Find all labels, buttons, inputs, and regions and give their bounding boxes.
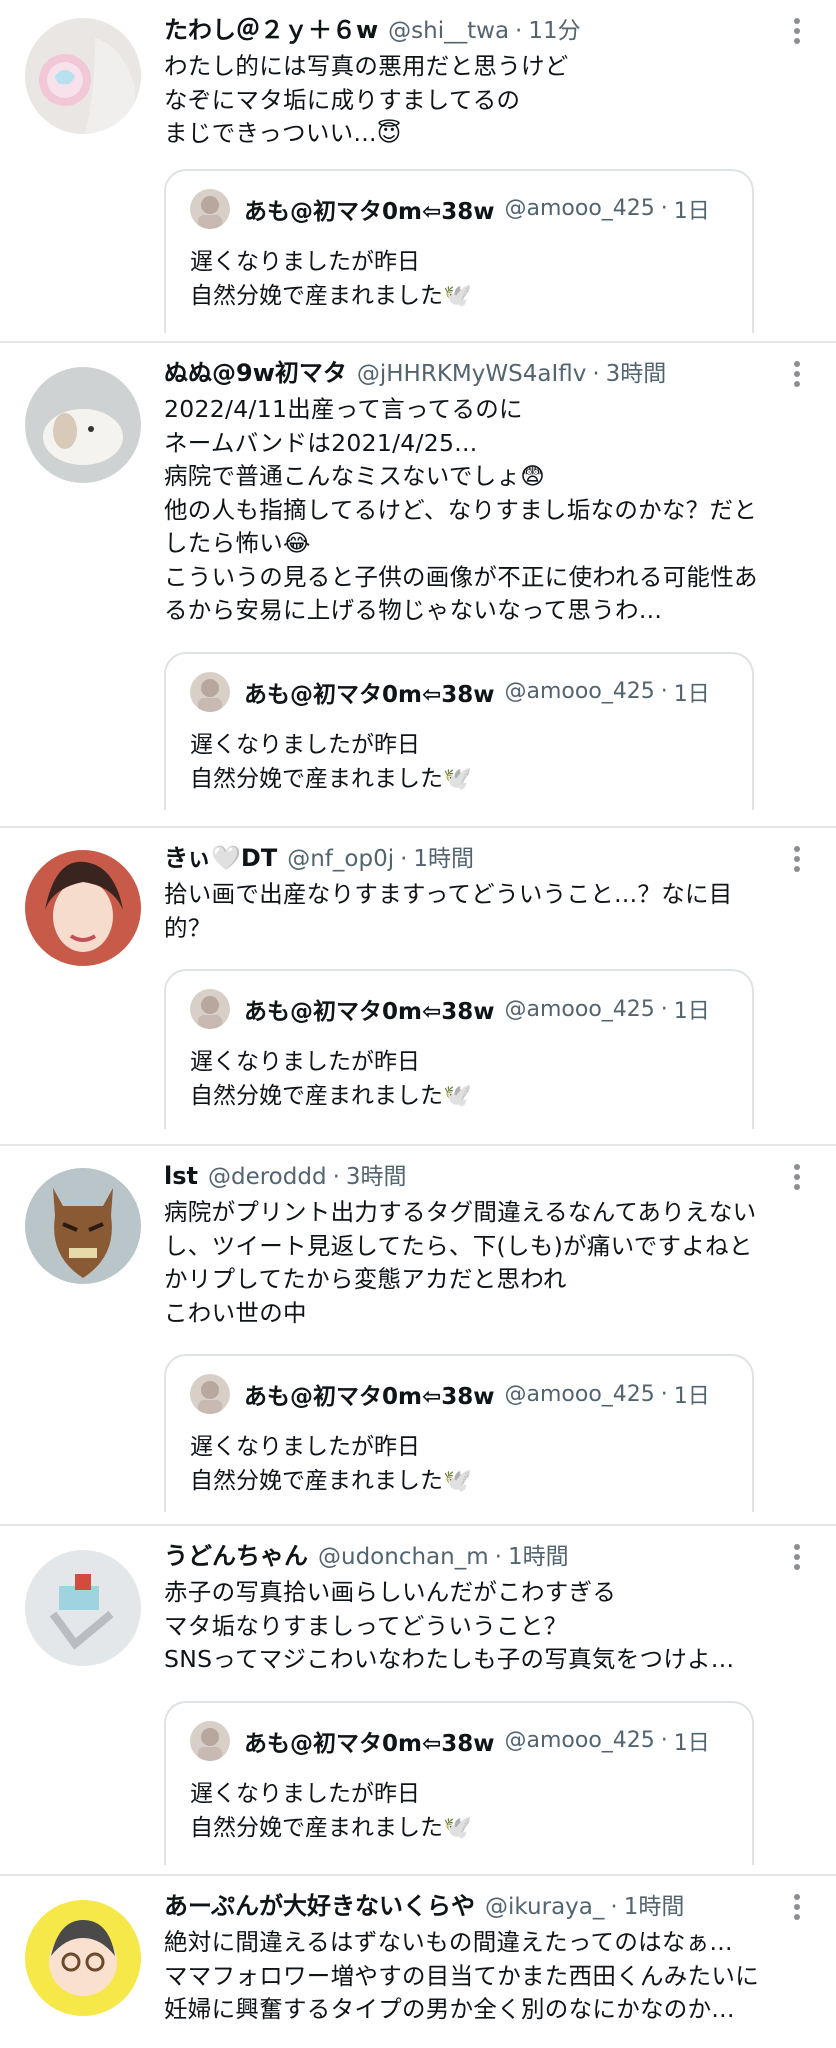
author-handle[interactable]: @ikuraya_ xyxy=(485,1887,604,1927)
avatar[interactable] xyxy=(25,850,141,966)
quoted-timestamp: 1日 xyxy=(673,999,710,1024)
avatar[interactable] xyxy=(25,18,141,134)
author-name[interactable]: あーぷんが大好きないくらや xyxy=(164,1886,475,1926)
tweet-card[interactable]: きぃ🤍DT @nf_op0j · 1時間 拾い画で出産なりすますってどういうこと… xyxy=(0,828,836,1146)
timestamp[interactable]: 1時間 xyxy=(508,1537,569,1577)
quoted-tweet[interactable]: あも@初マタ0m⇦38w @amooo_425 · 1日 遅くなりましたが昨日 … xyxy=(164,651,754,810)
author-name[interactable]: たわし＠２ｙ＋６w xyxy=(164,10,378,50)
author-handle[interactable]: @deroddd xyxy=(208,1157,327,1197)
avatar[interactable] xyxy=(25,367,141,483)
quoted-author-name: あも@初マタ0m⇦38w xyxy=(244,1730,495,1757)
timestamp[interactable]: 1時間 xyxy=(624,1887,685,1927)
quoted-text: 遅くなりましたが昨日 自然分娩で産まれました🕊️ xyxy=(190,1049,472,1109)
quoted-timestamp: 1日 xyxy=(673,1730,710,1756)
timestamp[interactable]: 3時間 xyxy=(606,354,667,394)
avatar[interactable] xyxy=(25,1900,141,2016)
author-handle[interactable]: @udonchan_m xyxy=(318,1537,489,1577)
quoted-avatar xyxy=(190,1720,230,1761)
quoted-author-handle: @amooo_425 xyxy=(504,1728,655,1753)
quoted-timestamp: 1日 xyxy=(673,198,710,224)
separator-dot: · xyxy=(660,679,668,704)
author-handle[interactable]: @nf_op0j xyxy=(287,839,394,879)
quoted-tweet[interactable]: あも@初マタ0m⇦38w @amooo_425 · 1日 遅くなりましたが昨日 … xyxy=(164,1700,754,1865)
more-options-icon[interactable] xyxy=(792,1162,802,1192)
quoted-tweet[interactable]: あも@初マタ0m⇦38w @amooo_425 · 1日 遅くなりましたが昨日 … xyxy=(164,1354,754,1512)
avatar[interactable] xyxy=(25,1168,141,1284)
tweet-card[interactable]: あーぷんが大好きないくらや @ikuraya_ · 1時間 絶対に間違えるはずな… xyxy=(0,1876,836,2048)
separator-dot: · xyxy=(494,1544,502,1570)
quoted-avatar xyxy=(190,188,230,229)
separator-dot: · xyxy=(660,1381,668,1407)
author-name[interactable]: lst xyxy=(164,1156,198,1196)
tweet-text: 病院がプリント出力するタグ間違えるなんてありえない し、ツイート見返してたら、下… xyxy=(164,1198,757,1327)
tweet-card[interactable]: たわし＠２ｙ＋６w @shi__twa · 11分 わたし的には写真の悪用だと思… xyxy=(0,0,836,343)
more-options-icon[interactable] xyxy=(792,844,802,874)
tweet-text: 赤子の写真拾い画らしいんだがこわすぎる マタ垢なりすましってどういうこと？ SN… xyxy=(164,1578,735,1673)
quoted-author-handle: @amooo_425 xyxy=(504,1381,655,1407)
tweet-card[interactable]: lst @deroddd · 3時間 病院がプリント出力するタグ間違えるなんてあ… xyxy=(0,1146,836,1526)
quoted-author-handle: @amooo_425 xyxy=(504,196,655,221)
timestamp[interactable]: 11分 xyxy=(528,11,580,51)
quoted-text: 遅くなりましたが昨日 自然分娩で産まれました🕊️ xyxy=(190,248,472,309)
separator-dot: · xyxy=(332,1164,340,1190)
tweet-feed: たわし＠２ｙ＋６w @shi__twa · 11分 わたし的には写真の悪用だと思… xyxy=(0,0,836,2048)
timestamp[interactable]: 3時間 xyxy=(346,1157,407,1197)
tweet-card[interactable]: うどんちゃん @udonchan_m · 1時間 赤子の写真拾い画らしいんだがこ… xyxy=(0,1526,836,1876)
author-name[interactable]: きぃ🤍DT xyxy=(164,838,277,878)
author-name[interactable]: ぬぬ@9w初マタ xyxy=(164,353,347,393)
separator-dot: · xyxy=(592,361,600,387)
quoted-tweet[interactable]: あも@初マタ0m⇦38w @amooo_425 · 1日 遅くなりましたが昨日 … xyxy=(164,969,754,1129)
quoted-author-name: あも@初マタ0m⇦38w xyxy=(244,999,495,1025)
quoted-tweet[interactable]: あも@初マタ0m⇦38w @amooo_425 · 1日 遅くなりましたが昨日 … xyxy=(164,168,754,333)
author-name[interactable]: うどんちゃん xyxy=(164,1536,308,1576)
quoted-author-name: あも@初マタ0m⇦38w xyxy=(244,1384,495,1410)
tweet-text: 2022/4/11出産って言ってるのに ネームバンドは2021/4/25... … xyxy=(164,395,758,624)
timestamp[interactable]: 1時間 xyxy=(413,839,474,879)
separator-dot: · xyxy=(660,196,668,221)
tweet-text: 拾い画で出産なりすますってどういうこと...？なに目 的？ xyxy=(164,880,733,942)
more-options-icon[interactable] xyxy=(792,16,802,46)
quoted-text: 遅くなりましたが昨日 自然分娩で産まれました🕊️ xyxy=(190,1434,472,1494)
quoted-author-name: あも@初マタ0m⇦38w xyxy=(244,198,495,225)
author-handle[interactable]: @jHHRKMyWS4aIflv xyxy=(357,354,586,394)
more-options-icon[interactable] xyxy=(792,1892,802,1922)
quoted-avatar xyxy=(190,1374,230,1414)
separator-dot: · xyxy=(400,846,408,872)
separator-dot: · xyxy=(515,18,523,44)
quoted-avatar xyxy=(190,989,230,1029)
separator-dot: · xyxy=(660,996,668,1022)
author-handle[interactable]: @shi__twa xyxy=(388,11,509,51)
quoted-timestamp: 1日 xyxy=(673,1384,710,1409)
quoted-author-handle: @amooo_425 xyxy=(504,996,655,1022)
separator-dot: · xyxy=(610,1894,618,1920)
tweet-text: 絶対に間違えるはずないもの間違えたってのはなぁ... ママフォロワー増やすの目当… xyxy=(164,1928,759,2023)
tweet-card[interactable]: ぬぬ@9w初マタ @jHHRKMyWS4aIflv · 3時間 2022/4/1… xyxy=(0,343,836,828)
quoted-author-name: あも@初マタ0m⇦38w xyxy=(244,681,495,708)
avatar[interactable] xyxy=(25,1550,141,1666)
separator-dot: · xyxy=(660,1728,668,1753)
quoted-author-handle: @amooo_425 xyxy=(504,679,655,704)
quoted-text: 遅くなりましたが昨日 自然分娩で産まれました🕊️ xyxy=(190,1780,472,1841)
quoted-text: 遅くなりましたが昨日 自然分娩で産まれました🕊️ xyxy=(190,731,472,792)
tweet-text: わたし的には写真の悪用だと思うけど なぞにマタ垢に成りすましてるの まじできっつ… xyxy=(164,52,569,147)
more-options-icon[interactable] xyxy=(792,1542,802,1572)
quoted-timestamp: 1日 xyxy=(673,681,710,707)
quoted-avatar xyxy=(190,671,230,712)
more-options-icon[interactable] xyxy=(792,359,802,389)
